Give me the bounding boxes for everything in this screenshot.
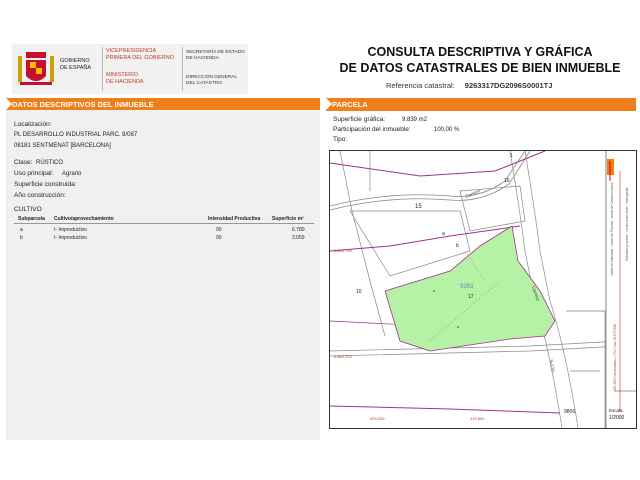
parcel-label: 10 bbox=[356, 289, 362, 295]
col-subparcela: Subparcela bbox=[18, 216, 45, 222]
col-cultivo: Cultivo/aprovechamiento bbox=[54, 216, 114, 222]
page-title: CONSULTA DESCRIPTIVA Y GRÁFICA DE DATOS … bbox=[339, 45, 621, 75]
map-svg bbox=[329, 150, 636, 429]
parcel-label: 9806 bbox=[564, 409, 576, 415]
col-intensidad: Intensidad Productiva bbox=[208, 216, 261, 222]
coord-label: 429.800 bbox=[470, 416, 485, 421]
map-legend-2: Mobiliario y aceras · Límite zona verde … bbox=[625, 187, 629, 261]
bar-arrow-icon bbox=[6, 98, 12, 110]
subparcel-label: b bbox=[456, 243, 459, 249]
cadastral-map[interactable]: 15 16 10 17 9263 a b 1 9806 Camino Camin… bbox=[329, 150, 637, 429]
ministerio-text: MINISTERIO DE HACIENDA bbox=[106, 72, 144, 85]
table-divider bbox=[14, 223, 314, 224]
parcel-label: 15 bbox=[415, 204, 422, 210]
gobierno-espana-text: GOBIERNO DE ESPAÑA bbox=[60, 58, 92, 71]
parcel-label: 1 bbox=[510, 153, 513, 159]
superficie-construida-label: Superficie construida: bbox=[14, 181, 77, 188]
spain-coat-of-arms-icon bbox=[18, 52, 54, 85]
coord-label: 429.200 bbox=[370, 416, 385, 421]
secretaria-text: SECRETARÍA DE ESTADO DE HACIENDA bbox=[186, 50, 245, 61]
parcel-ref-label: 9263 bbox=[460, 284, 474, 290]
subparcel-label: a bbox=[442, 231, 445, 237]
localizacion-line2: 08181 SENTMENAT [BARCELONA] bbox=[14, 143, 111, 149]
header-divider bbox=[102, 47, 103, 91]
clase-value: RÚSTICO bbox=[36, 159, 63, 166]
table-cell: 6.780 bbox=[292, 227, 305, 233]
parcela-bar: PARCELA bbox=[326, 98, 636, 111]
referencia-catastral: Referencia catastral: 9263317DG2096S0001T… bbox=[386, 81, 553, 90]
clase-label: Clase: bbox=[14, 159, 33, 166]
localizacion-line1: PL DESARROLLO INDUSTRIAL PARC. 8/087 bbox=[14, 132, 138, 138]
table-cell: I- Improductivo bbox=[54, 227, 88, 233]
uso-label: Uso principal: bbox=[14, 170, 54, 177]
scale-label: Escala: bbox=[609, 408, 624, 413]
anio-construccion-label: Año construcción: bbox=[14, 192, 66, 199]
participacion-value: 100,00 % bbox=[434, 126, 460, 133]
sup-grafica-value: 9.839 m2 bbox=[402, 116, 428, 123]
participacion-label: Participación del inmueble: bbox=[333, 126, 411, 133]
parcel-label: 16 bbox=[504, 178, 510, 184]
table-cell: 00 bbox=[216, 227, 222, 233]
vicepresidencia-text: VICEPRESIDENCIA PRIMERA DEL GOBIERNO bbox=[106, 48, 174, 61]
legend-coords: 425,400 Coordenadas U.T.M. Huso 31 ETRS8… bbox=[613, 323, 617, 391]
header-divider-2 bbox=[182, 47, 183, 91]
coord-label: 9.869.200 bbox=[334, 354, 352, 359]
table-cell: a bbox=[20, 227, 23, 233]
table-cell: 00 bbox=[216, 235, 222, 241]
direccion-text: DIRECCIÓN GENERAL DEL CATASTRO bbox=[186, 75, 238, 86]
uso-value: Agrario bbox=[62, 171, 82, 177]
scale-value: 1/2000 bbox=[609, 415, 625, 421]
table-cell: 3.059 bbox=[292, 235, 305, 241]
cultivo-title: CULTIVO bbox=[14, 206, 42, 213]
coord-label: 9.869.700 bbox=[334, 248, 352, 253]
localizacion-label: Localización: bbox=[14, 121, 52, 128]
bar-arrow-icon bbox=[326, 98, 332, 110]
table-cell: b bbox=[20, 235, 23, 241]
map-legend: Límite de Manzana · Límite de Parcela · … bbox=[610, 182, 614, 276]
table-cell: I- Improductivo bbox=[54, 235, 88, 241]
parcel-label: 17 bbox=[468, 294, 474, 300]
sup-grafica-label: Superficie gráfica: bbox=[333, 116, 386, 123]
tipo-label: Tipo: bbox=[333, 136, 348, 143]
col-superficie: Superficie m² bbox=[272, 216, 304, 222]
